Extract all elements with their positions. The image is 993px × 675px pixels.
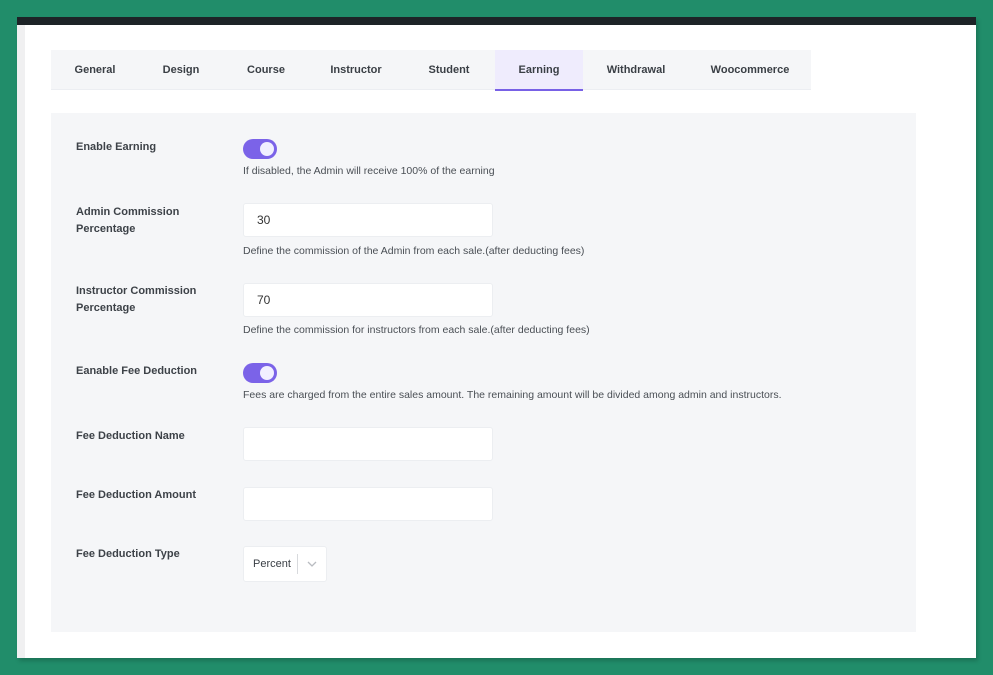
instructor-commission-help: Define the commission for instructors fr… bbox=[243, 324, 590, 336]
earning-settings-panel: Enable Earning If disabled, the Admin wi… bbox=[51, 113, 916, 632]
chevron-down-icon[interactable] bbox=[298, 561, 326, 567]
admin-commission-label: Admin Commission Percentage bbox=[76, 206, 180, 235]
admin-top-bar bbox=[17, 17, 976, 25]
enable-earning-toggle[interactable] bbox=[243, 139, 277, 159]
instructor-commission-label: Instructor Commission Percentage bbox=[76, 283, 216, 317]
tab-general[interactable]: General bbox=[51, 50, 139, 90]
fee-deduction-label: Eanable Fee Deduction bbox=[76, 365, 198, 377]
admin-commission-input[interactable] bbox=[243, 203, 493, 237]
fee-amount-input[interactable] bbox=[243, 487, 493, 521]
fee-name-label: Fee Deduction Name bbox=[76, 430, 185, 442]
tab-course[interactable]: Course bbox=[223, 50, 309, 90]
instructor-commission-input[interactable] bbox=[243, 283, 493, 317]
toggle-knob bbox=[260, 366, 274, 380]
fee-deduction-help: Fees are charged from the entire sales a… bbox=[243, 389, 782, 401]
tab-student[interactable]: Student bbox=[403, 50, 495, 90]
tab-instructor[interactable]: Instructor bbox=[309, 50, 403, 90]
fee-amount-label: Fee Deduction Amount bbox=[76, 489, 196, 501]
settings-tabs: General Design Course Instructor Student… bbox=[51, 50, 811, 91]
admin-sidebar-edge bbox=[17, 25, 25, 658]
fee-amount-control bbox=[243, 487, 493, 521]
fee-deduction-toggle[interactable] bbox=[243, 363, 277, 383]
tab-design[interactable]: Design bbox=[139, 50, 223, 90]
fee-type-selected-value: Percent bbox=[253, 558, 291, 570]
tab-withdrawal[interactable]: Withdrawal bbox=[583, 50, 689, 90]
instructor-commission-label-line2: Percentage bbox=[76, 302, 136, 314]
tab-woocommerce[interactable]: Woocommerce bbox=[689, 50, 811, 90]
fee-name-input[interactable] bbox=[243, 427, 493, 461]
enable-earning-control bbox=[243, 139, 277, 159]
instructor-commission-control bbox=[243, 283, 493, 317]
settings-window: General Design Course Instructor Student… bbox=[17, 17, 976, 658]
enable-earning-help: If disabled, the Admin will receive 100%… bbox=[243, 165, 495, 177]
instructor-commission-label-line1: Instructor Commission bbox=[76, 285, 197, 297]
admin-commission-help: Define the commission of the Admin from … bbox=[243, 245, 585, 257]
fee-type-control: Percent bbox=[243, 546, 327, 582]
fee-name-control bbox=[243, 427, 493, 461]
admin-commission-control bbox=[243, 203, 493, 237]
fee-type-label: Fee Deduction Type bbox=[76, 548, 180, 560]
enable-earning-label: Enable Earning bbox=[76, 141, 157, 153]
toggle-knob bbox=[260, 142, 274, 156]
fee-deduction-control bbox=[243, 363, 277, 383]
tab-earning[interactable]: Earning bbox=[495, 50, 583, 91]
fee-type-select[interactable]: Percent bbox=[243, 546, 327, 582]
